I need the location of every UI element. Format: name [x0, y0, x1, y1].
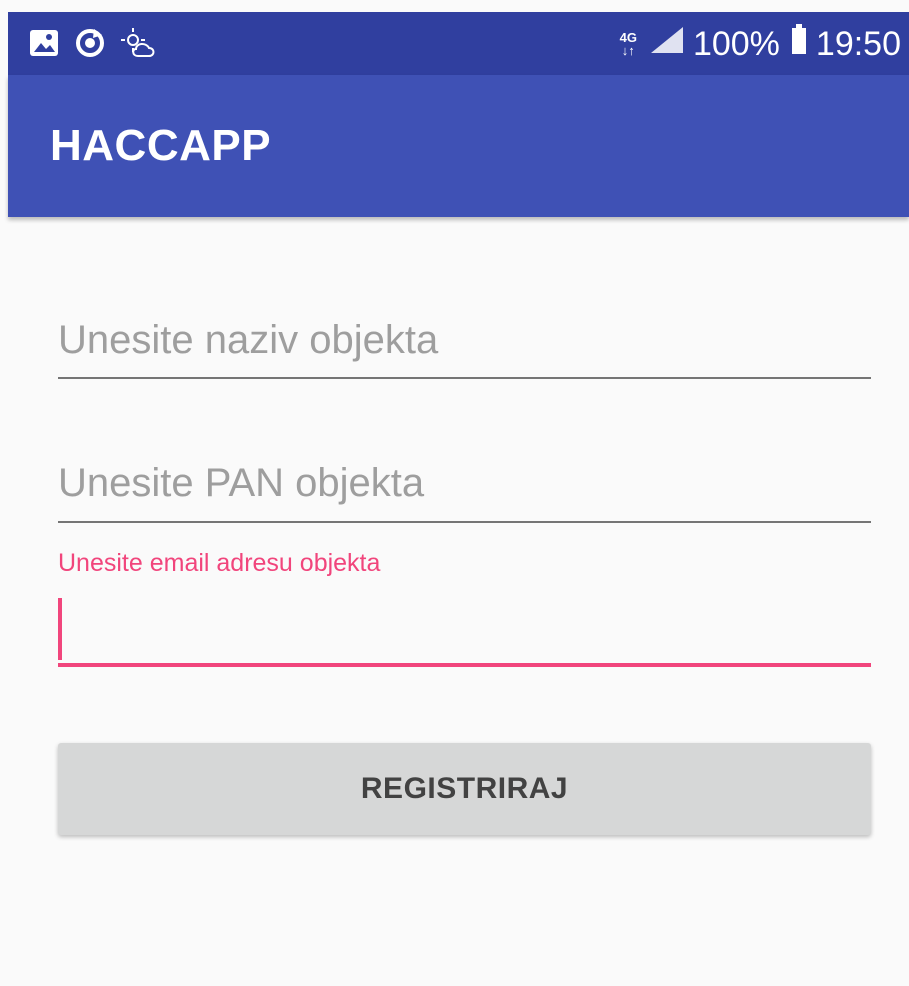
object-pan-underline	[58, 521, 871, 523]
app-title: HACCAPP	[50, 121, 272, 170]
object-pan-field[interactable]: Unesite PAN objekta	[58, 459, 871, 523]
register-button[interactable]: REGISTRIRAJ	[58, 743, 871, 835]
app-bar: HACCAPP	[8, 75, 909, 217]
object-name-underline	[58, 377, 871, 379]
data-arrows-icon: ↓↑	[621, 43, 635, 58]
status-bar: 4G ↓↑ 100% 19:50	[8, 12, 909, 75]
signal-icon	[649, 23, 685, 65]
object-name-field[interactable]: Unesite naziv objekta	[58, 316, 871, 380]
weather-icon	[118, 25, 158, 66]
sync-icon	[72, 25, 108, 66]
email-input-caret	[58, 598, 62, 660]
network-indicator: 4G ↓↑	[620, 31, 637, 57]
status-right-info: 4G ↓↑ 100% 19:50	[620, 22, 901, 66]
battery-percentage: 100%	[692, 25, 780, 63]
battery-icon	[788, 22, 808, 66]
image-icon	[26, 25, 62, 66]
status-left-icons	[26, 25, 158, 66]
object-pan-input[interactable]: Unesite PAN objekta	[58, 459, 871, 507]
email-input-underline[interactable]	[58, 663, 871, 667]
clock: 19:50	[815, 25, 901, 63]
email-label: Unesite email adresu objekta	[58, 549, 381, 577]
object-name-input[interactable]: Unesite naziv objekta	[58, 316, 871, 364]
